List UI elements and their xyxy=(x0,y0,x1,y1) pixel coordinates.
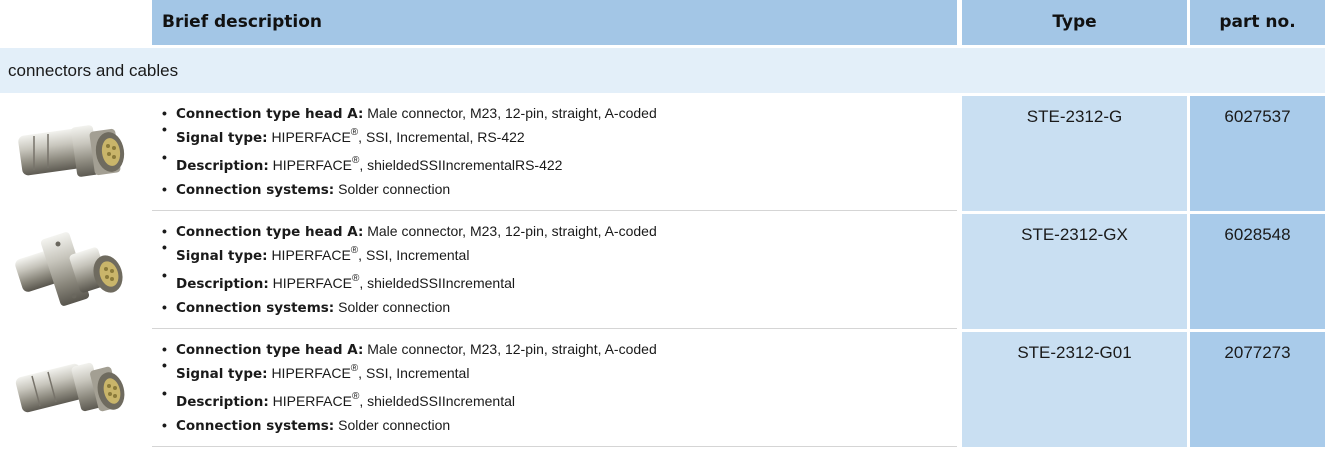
table-row: Connection type head A: Male connector, … xyxy=(0,96,1325,211)
part-number-cell: 6027537 xyxy=(1190,96,1325,211)
bullet-description: Description: HIPERFACE®, shieldedSSIIncr… xyxy=(162,265,657,297)
type-cell: STE-2312-G01 xyxy=(962,332,1187,447)
m23-flange-connector-photo-icon xyxy=(15,232,123,306)
part-number-cell: 6028548 xyxy=(1190,214,1325,329)
header-brief-description: Brief description xyxy=(152,0,957,45)
product-image xyxy=(0,214,150,329)
product-image xyxy=(0,332,150,447)
header-type: Type xyxy=(962,0,1187,45)
brief-description-cell: Connection type head A: Male connector, … xyxy=(152,214,957,329)
product-image xyxy=(0,96,150,211)
accessories-table: Brief description Type part no. connecto… xyxy=(0,0,1325,450)
table-row: Connection type head A: Male connector, … xyxy=(0,332,1325,447)
m23-straight-connector-photo-icon xyxy=(15,362,125,413)
m23-straight-connector-photo-icon xyxy=(18,125,125,177)
bullet-connection-systems: Connection systems: Solder connection xyxy=(162,415,657,435)
bullet-signal-type: Signal type: HIPERFACE®, SSI, Incrementa… xyxy=(162,119,657,151)
bullet-connection-systems: Connection systems: Solder connection xyxy=(162,297,657,317)
bullet-signal-type: Signal type: HIPERFACE®, SSI, Incrementa… xyxy=(162,237,657,269)
bullet-connection-type: Connection type head A: Male connector, … xyxy=(162,103,657,123)
table-row: Connection type head A: Male connector, … xyxy=(0,214,1325,329)
table-header: Brief description Type part no. xyxy=(0,0,1325,45)
bullet-connection-systems: Connection systems: Solder connection xyxy=(162,179,657,199)
type-cell: STE-2312-G xyxy=(962,96,1187,211)
header-image-column xyxy=(0,0,150,45)
bullet-description: Description: HIPERFACE®, shieldedSSIIncr… xyxy=(162,383,657,415)
section-heading: connectors and cables xyxy=(0,48,1325,93)
header-part-number: part no. xyxy=(1190,0,1325,45)
bullet-connection-type: Connection type head A: Male connector, … xyxy=(162,339,657,359)
brief-description-cell: Connection type head A: Male connector, … xyxy=(152,332,957,447)
type-cell: STE-2312-GX xyxy=(962,214,1187,329)
bullet-signal-type: Signal type: HIPERFACE®, SSI, Incrementa… xyxy=(162,355,657,387)
brief-description-cell: Connection type head A: Male connector, … xyxy=(152,96,957,211)
part-number-cell: 2077273 xyxy=(1190,332,1325,447)
bullet-description: Description: HIPERFACE®, shieldedSSIIncr… xyxy=(162,147,657,179)
bullet-connection-type: Connection type head A: Male connector, … xyxy=(162,221,657,241)
